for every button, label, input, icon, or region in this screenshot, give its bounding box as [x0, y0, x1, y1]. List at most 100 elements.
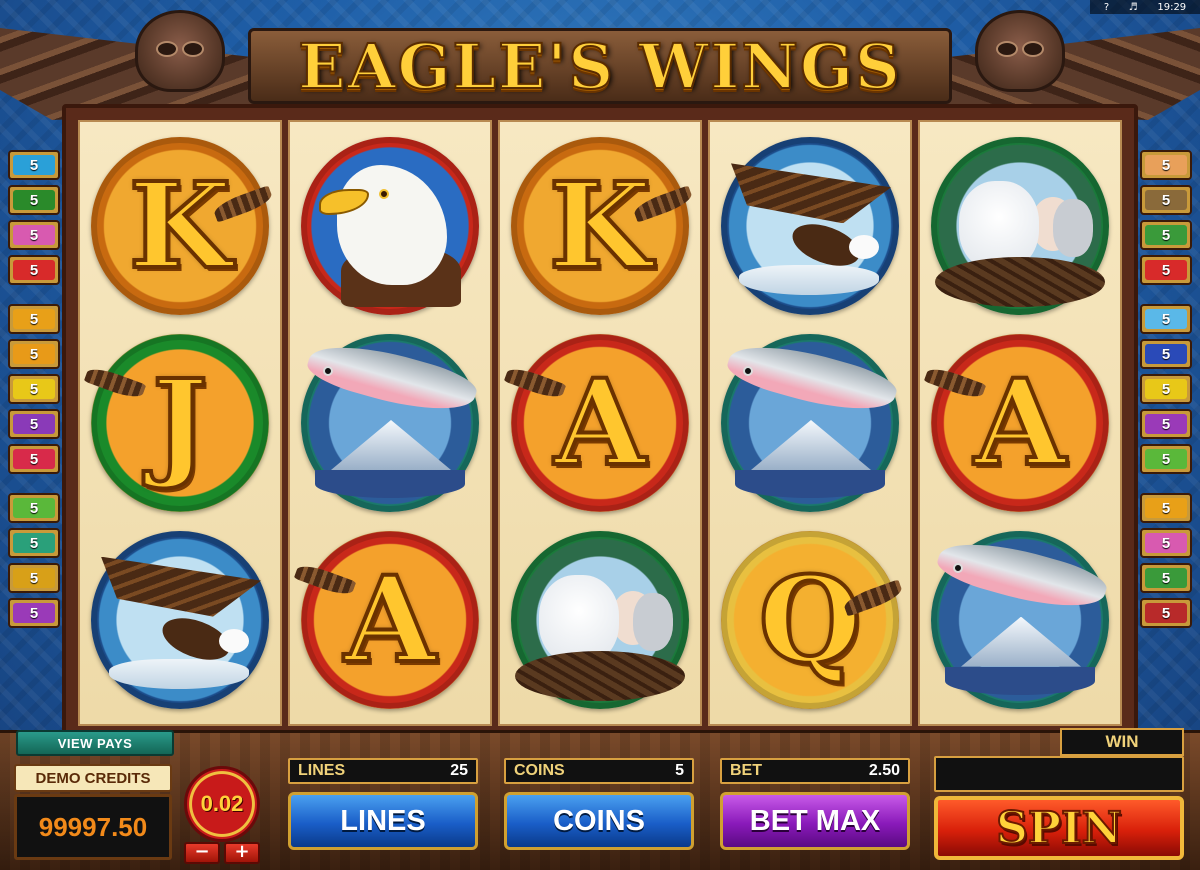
fish-mountain-shape	[751, 419, 871, 470]
payline-marker-left[interactable]: 5	[8, 150, 60, 180]
payline-marker-right[interactable]: 5	[1140, 150, 1192, 180]
reel-1: KJ	[78, 120, 282, 726]
symbol-q: Q	[721, 530, 905, 709]
reel-5: A	[918, 120, 1122, 726]
payline-marker-right[interactable]: 5	[1140, 255, 1192, 285]
reel-cell: J	[83, 327, 276, 520]
payline-marker-left[interactable]: 5	[8, 185, 60, 215]
reel-cell	[714, 130, 906, 323]
chicks-chick2-shape	[633, 592, 673, 651]
payline-marker-label: 5	[13, 225, 55, 245]
payline-marker-label: 5	[1145, 603, 1187, 623]
chicks-nest-shape	[935, 257, 1105, 308]
payline-marker-right[interactable]: 5	[1140, 374, 1192, 404]
fish-mountain-shape	[331, 419, 451, 470]
payline-marker-right[interactable]: 5	[1140, 185, 1192, 215]
flying-eagle-eagle-head-shape	[849, 235, 879, 260]
payline-marker-left[interactable]: 5	[8, 374, 60, 404]
coins-readout-label: COINS	[514, 762, 565, 779]
coins-readout: COINS 5	[504, 758, 694, 784]
payline-marker-right[interactable]: 5	[1140, 304, 1192, 334]
coins-button[interactable]: COINS	[504, 792, 694, 850]
demo-credits-value: 99997.50	[14, 794, 172, 860]
payline-marker-left[interactable]: 5	[8, 409, 60, 439]
symbol-glyph: K	[547, 156, 654, 296]
flying-eagle-wing-shape-shape	[731, 163, 891, 224]
reel-2: A	[288, 120, 492, 726]
payline-marker-left[interactable]: 5	[8, 493, 60, 523]
bet-max-button[interactable]: BET MAX	[720, 792, 910, 850]
reel-cell	[714, 327, 906, 520]
fish-mountain-shape	[961, 616, 1081, 667]
fish-lake-shape	[945, 666, 1095, 695]
payline-marker-left[interactable]: 5	[8, 255, 60, 285]
sound-icon[interactable]: ♬	[1129, 2, 1138, 13]
payline-marker-label: 5	[13, 155, 55, 175]
payline-marker-right[interactable]: 5	[1140, 598, 1192, 628]
reel-3: KA	[498, 120, 702, 726]
fish-fish-eye-shape	[323, 365, 333, 376]
help-icon[interactable]: ?	[1104, 2, 1109, 13]
payline-marker-label: 5	[1145, 498, 1187, 518]
payline-marker-left[interactable]: 5	[8, 339, 60, 369]
payline-marker-right[interactable]: 5	[1140, 409, 1192, 439]
payline-marker-right[interactable]: 5	[1140, 220, 1192, 250]
bet-readout-label: BET	[730, 762, 762, 779]
reel-4: Q	[708, 120, 912, 726]
payline-marker-right[interactable]: 5	[1140, 444, 1192, 474]
payline-marker-left[interactable]: 5	[8, 304, 60, 334]
payline-marker-left[interactable]: 5	[8, 444, 60, 474]
reel-cell	[294, 130, 486, 323]
left-totem-icon	[135, 10, 225, 92]
payline-marker-right[interactable]: 5	[1140, 528, 1192, 558]
payline-marker-left[interactable]: 5	[8, 528, 60, 558]
payline-marker-label: 5	[13, 414, 55, 434]
reel-cell	[924, 523, 1116, 716]
fish-fish-eye-shape	[953, 562, 963, 573]
fish-lake-shape	[735, 469, 885, 498]
view-pays-button[interactable]: VIEW PAYS	[16, 730, 174, 756]
coin-value-chip: 0.02	[184, 766, 260, 842]
symbol-k: K	[511, 137, 695, 316]
symbol-glyph: A	[552, 352, 648, 492]
bet-readout-value: 2.50	[868, 762, 900, 779]
payline-marker-label: 5	[13, 449, 55, 469]
lines-readout: LINES 25	[288, 758, 478, 784]
payline-marker-right[interactable]: 5	[1140, 563, 1192, 593]
reel-cell	[84, 523, 276, 716]
reel-cell	[504, 523, 696, 716]
reel-cell: A	[923, 327, 1116, 520]
symbol-salmon	[301, 331, 481, 512]
flying-eagle-wing-shape-shape	[101, 556, 261, 617]
lines-readout-value: 25	[450, 762, 468, 779]
payline-marker-right[interactable]: 5	[1140, 493, 1192, 523]
coin-decrease-button[interactable]: −	[184, 842, 220, 864]
payline-marker-right[interactable]: 5	[1140, 339, 1192, 369]
payline-marker-left[interactable]: 5	[8, 563, 60, 593]
spin-button[interactable]: SPIN	[934, 796, 1184, 860]
payline-marker-left[interactable]: 5	[8, 598, 60, 628]
symbol-glyph: K	[127, 156, 234, 296]
left-payline-markers: 5 5 5 5 5 5 5 5 5 5 5 5 5	[8, 150, 60, 628]
symbol-glyph: A	[342, 549, 438, 689]
reel-cell: K	[504, 130, 696, 323]
reel-cell	[924, 130, 1116, 323]
payline-marker-label: 5	[1145, 414, 1187, 434]
symbol-glyph: Q	[757, 549, 864, 689]
coins-readout-value: 5	[675, 762, 684, 779]
clock: 19:29	[1157, 1, 1187, 13]
payline-marker-label: 5	[1145, 533, 1187, 553]
symbol-j: J	[83, 333, 269, 512]
payline-marker-label: 5	[13, 498, 55, 518]
lines-button[interactable]: LINES	[288, 792, 478, 850]
payline-marker-label: 5	[1145, 260, 1187, 280]
coin-value: 0.02	[200, 791, 244, 816]
lines-readout-label: LINES	[298, 762, 346, 779]
symbol-eagle-head	[301, 137, 479, 316]
payline-marker-left[interactable]: 5	[8, 220, 60, 250]
coin-increase-button[interactable]: +	[224, 842, 260, 864]
reel-cell	[294, 327, 486, 520]
symbol-glyph: A	[972, 352, 1068, 492]
symbol-k: K	[91, 137, 275, 316]
payline-marker-label: 5	[13, 533, 55, 553]
